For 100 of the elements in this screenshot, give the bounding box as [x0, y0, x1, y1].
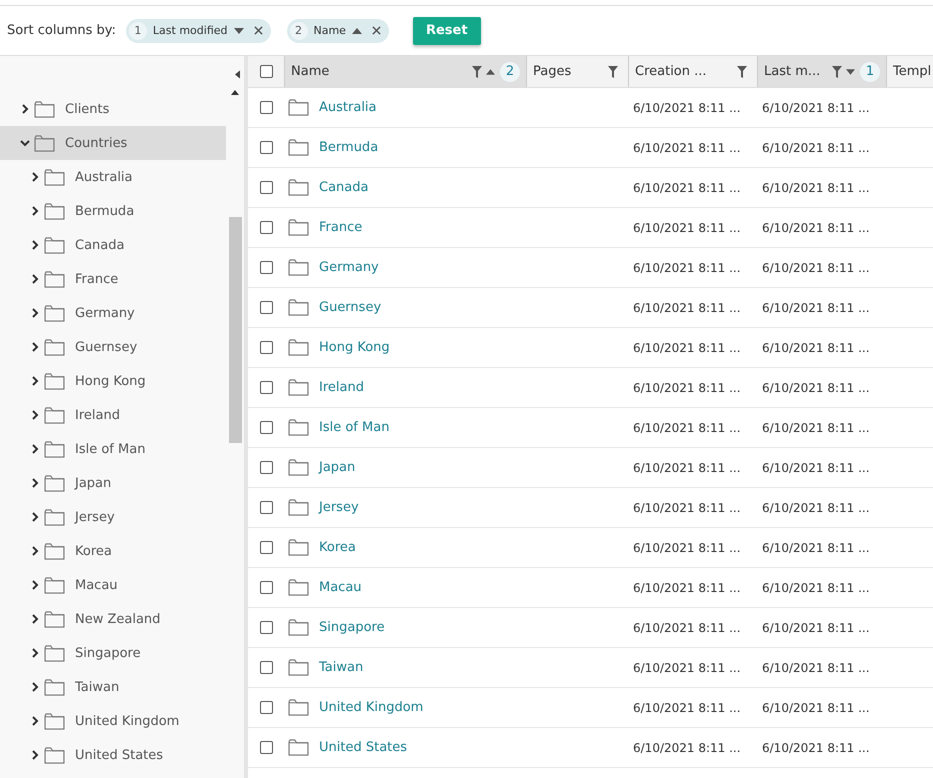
row-checkbox[interactable]: [260, 101, 272, 114]
chevron-icon[interactable]: [30, 308, 40, 318]
folder-link[interactable]: Hong Kong: [319, 340, 390, 355]
chevron-icon[interactable]: [30, 274, 40, 284]
folder-link[interactable]: Japan: [319, 460, 356, 475]
column-header[interactable]: Last m... 1: [757, 56, 886, 87]
chevron-icon[interactable]: [30, 512, 40, 522]
table-cell: 6/10/2021 8:11 ...: [633, 180, 741, 194]
tree-item[interactable]: Ireland: [0, 398, 226, 432]
row-checkbox[interactable]: [260, 181, 272, 194]
chevron-icon[interactable]: [30, 240, 40, 250]
chevron-icon[interactable]: [30, 376, 40, 386]
chevron-icon[interactable]: [30, 682, 40, 692]
folder-link[interactable]: Jersey: [319, 500, 359, 515]
chevron-icon[interactable]: [30, 614, 40, 624]
table-cell: 6/10/2021 8:11 ...: [633, 140, 741, 154]
folder-link[interactable]: Korea: [319, 540, 356, 555]
tree-item[interactable]: Bermuda: [0, 194, 226, 228]
row-checkbox[interactable]: [260, 661, 272, 674]
row-checkbox[interactable]: [260, 141, 272, 154]
row-checkbox[interactable]: [260, 341, 272, 354]
tree-item[interactable]: Korea: [0, 534, 226, 568]
folder-link[interactable]: Australia: [319, 100, 377, 115]
chevron-icon[interactable]: [30, 580, 40, 590]
chevron-icon[interactable]: [30, 716, 40, 726]
row-checkbox[interactable]: [260, 461, 272, 474]
folder-link[interactable]: Guernsey: [319, 300, 382, 315]
sort-chip-label: Last modified: [152, 24, 228, 37]
row-checkbox[interactable]: [260, 301, 272, 314]
tree-item[interactable]: Singapore: [0, 636, 226, 670]
tree-item[interactable]: Guernsey: [0, 330, 226, 364]
chevron-icon[interactable]: [30, 546, 40, 556]
chevron-icon[interactable]: [30, 172, 40, 182]
tree-item[interactable]: Taiwan: [0, 670, 226, 704]
tree-item[interactable]: Japan: [0, 466, 226, 500]
folder-link[interactable]: Germany: [319, 260, 379, 275]
filter-icon[interactable]: [832, 66, 842, 78]
table-cell: 6/10/2021 8:11 ...: [633, 660, 741, 674]
tree-item[interactable]: United States: [0, 738, 226, 772]
tree-item[interactable]: Clients: [0, 92, 226, 126]
tree-item[interactable]: France: [0, 262, 226, 296]
tree-item[interactable]: Isle of Man: [0, 432, 226, 466]
tree-item[interactable]: Canada: [0, 228, 226, 262]
table-cell: 6/10/2021 8:11 ...: [633, 740, 741, 754]
table-cell: 6/10/2021 8:11 ...: [762, 100, 870, 114]
row-checkbox[interactable]: [260, 261, 272, 274]
scroll-up-icon[interactable]: [231, 90, 239, 95]
folder-link[interactable]: Taiwan: [319, 660, 364, 675]
column-header[interactable]: Templ: [886, 56, 933, 87]
chevron-icon[interactable]: [30, 342, 40, 352]
scrollbar-thumb[interactable]: [228, 217, 242, 443]
folder-link[interactable]: Bermuda: [319, 140, 378, 155]
row-checkbox[interactable]: [260, 541, 272, 554]
folder-icon: [288, 139, 309, 156]
row-checkbox[interactable]: [260, 741, 272, 754]
collapse-panel-icon[interactable]: [235, 70, 240, 78]
tree-item[interactable]: Countries: [0, 126, 226, 160]
column-header[interactable]: Name 2: [284, 56, 526, 87]
folder-link[interactable]: Singapore: [319, 620, 385, 635]
sort-chip[interactable]: 2 Name: [286, 18, 389, 42]
chevron-icon[interactable]: [20, 138, 30, 148]
folder-icon: [288, 219, 309, 236]
tree-item[interactable]: Australia: [0, 160, 226, 194]
folder-link[interactable]: Macau: [319, 580, 362, 595]
folder-link[interactable]: Ireland: [319, 380, 364, 395]
select-all-checkbox[interactable]: [260, 65, 272, 78]
table-cell: 6/10/2021 8:11 ...: [633, 540, 741, 554]
filter-icon[interactable]: [472, 66, 482, 78]
row-checkbox[interactable]: [260, 221, 272, 234]
chevron-icon[interactable]: [30, 478, 40, 488]
tree-item[interactable]: United Kingdom: [0, 704, 226, 738]
close-icon[interactable]: [254, 26, 262, 35]
folder-link[interactable]: Isle of Man: [319, 420, 390, 435]
folder-link[interactable]: Canada: [319, 180, 368, 195]
filter-icon[interactable]: [608, 66, 618, 78]
row-checkbox[interactable]: [260, 581, 272, 594]
column-header[interactable]: Pages: [526, 56, 628, 87]
folder-link[interactable]: France: [319, 220, 362, 235]
chevron-icon[interactable]: [20, 104, 30, 114]
chevron-icon[interactable]: [30, 410, 40, 420]
row-checkbox[interactable]: [260, 381, 272, 394]
filter-icon[interactable]: [737, 66, 747, 78]
sort-chip[interactable]: 1 Last modified: [126, 18, 270, 42]
tree-item[interactable]: Germany: [0, 296, 226, 330]
folder-link[interactable]: United States: [319, 740, 408, 755]
row-checkbox[interactable]: [260, 501, 272, 514]
tree-item[interactable]: Macau: [0, 568, 226, 602]
row-checkbox[interactable]: [260, 621, 272, 634]
row-checkbox[interactable]: [260, 701, 272, 714]
chevron-icon[interactable]: [30, 444, 40, 454]
tree-item[interactable]: New Zealand: [0, 602, 226, 636]
folder-link[interactable]: United Kingdom: [319, 700, 424, 715]
row-checkbox[interactable]: [260, 421, 272, 434]
chevron-icon[interactable]: [30, 206, 40, 216]
tree-item[interactable]: Hong Kong: [0, 364, 226, 398]
table-cell: 6/10/2021 8:11 ...: [633, 260, 741, 274]
chevron-icon[interactable]: [30, 750, 40, 760]
tree-item[interactable]: Jersey: [0, 500, 226, 534]
chevron-icon[interactable]: [30, 648, 40, 658]
close-icon[interactable]: [372, 26, 381, 35]
